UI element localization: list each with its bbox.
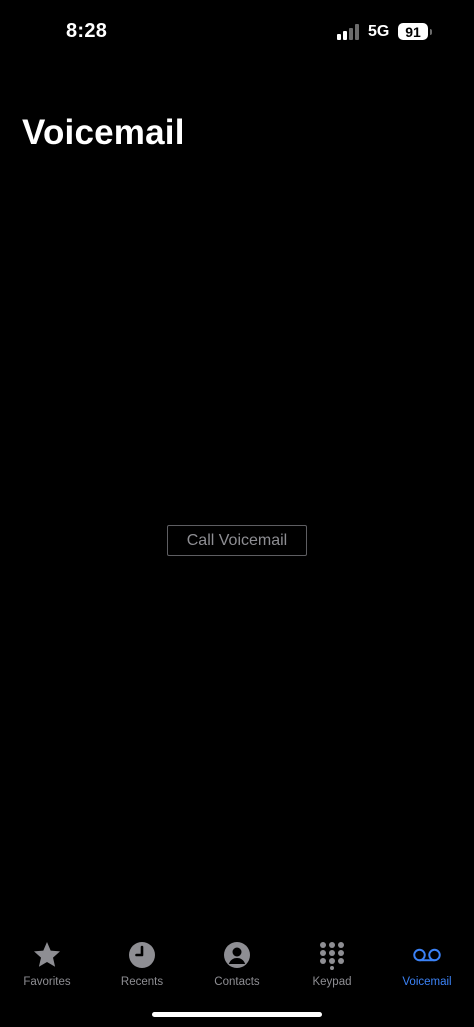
clock-icon (127, 940, 157, 970)
tab-label: Keypad (312, 976, 352, 988)
cellular-signal-icon (337, 24, 359, 40)
keypad-icon (317, 940, 347, 970)
status-bar: 8:28 5G 91 (0, 0, 474, 64)
person-icon (222, 940, 252, 970)
tab-label: Recents (120, 976, 164, 988)
tab-contacts[interactable]: Contacts (190, 940, 284, 996)
network-type: 5G (368, 23, 390, 40)
battery-icon: 91 (398, 23, 428, 40)
star-icon (32, 940, 62, 970)
tab-keypad[interactable]: Keypad (285, 940, 379, 996)
tab-recents[interactable]: Recents (95, 940, 189, 996)
battery-level: 91 (405, 23, 421, 40)
home-indicator[interactable] (152, 1012, 322, 1017)
page-title: Voicemail (22, 113, 185, 152)
tab-favorites[interactable]: Favorites (0, 940, 94, 996)
status-time: 8:28 (66, 20, 108, 42)
voicemail-icon (412, 940, 442, 970)
tab-voicemail[interactable]: Voicemail (380, 940, 474, 996)
voicemail-screen: 8:28 5G 91 Voicemail Call Voicemail Favo… (0, 0, 474, 1027)
tab-label: Voicemail (402, 976, 452, 988)
tab-label: Favorites (23, 976, 71, 988)
battery-tip (430, 29, 432, 35)
tab-label: Contacts (214, 976, 260, 988)
call-voicemail-button[interactable]: Call Voicemail (167, 525, 307, 556)
